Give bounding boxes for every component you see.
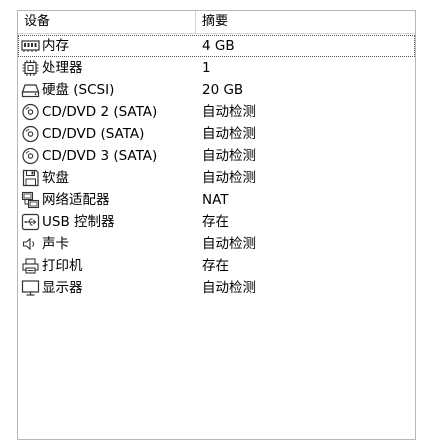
device-row-network-adapter[interactable]: 网络适配器 NAT	[18, 189, 415, 211]
device-row-cd-dvd[interactable]: CD/DVD (SATA) 自动检测	[18, 123, 415, 145]
device-row-display[interactable]: 显示器 自动检测	[18, 277, 415, 299]
device-row-cd-dvd-2[interactable]: CD/DVD 2 (SATA) 自动检测	[18, 101, 415, 123]
cd-dvd-icon	[21, 103, 40, 121]
device-name: 网络适配器	[42, 192, 110, 208]
usb-controller-icon	[21, 213, 40, 231]
device-summary: 自动检测	[202, 148, 256, 164]
device-name: CD/DVD (SATA)	[42, 126, 145, 142]
device-name: CD/DVD 2 (SATA)	[42, 104, 158, 120]
device-name: 处理器	[42, 60, 83, 76]
device-name: USB 控制器	[42, 214, 115, 230]
cd-dvd-icon	[21, 147, 40, 165]
sound-card-icon	[21, 235, 40, 253]
network-adapter-icon	[21, 191, 40, 209]
device-name: 硬盘 (SCSI)	[42, 82, 115, 98]
device-summary: 自动检测	[202, 280, 256, 296]
device-summary: 存在	[202, 258, 229, 274]
device-row-sound-card[interactable]: 声卡 自动检测	[18, 233, 415, 255]
device-name: 打印机	[42, 258, 83, 274]
table-header: 设备 摘要	[18, 11, 415, 34]
column-header-summary[interactable]: 摘要	[196, 11, 415, 33]
cd-dvd-icon	[21, 125, 40, 143]
device-summary: 自动检测	[202, 170, 256, 186]
device-row-usb-controller[interactable]: USB 控制器 存在	[18, 211, 415, 233]
device-name: 显示器	[42, 280, 83, 296]
device-rows: 内存 4 GB 处理器 1 硬盘 (SCSI) 20 GB CD/DVD 2 (…	[18, 35, 415, 299]
device-summary: 20 GB	[202, 82, 244, 98]
processor-icon	[21, 59, 40, 77]
printer-icon	[21, 257, 40, 275]
device-summary: 自动检测	[202, 104, 256, 120]
device-summary: 自动检测	[202, 236, 256, 252]
device-name: 声卡	[42, 236, 69, 252]
display-icon	[21, 279, 40, 297]
column-header-device[interactable]: 设备	[18, 11, 196, 33]
memory-icon	[21, 37, 40, 55]
device-summary: 1	[202, 60, 211, 76]
device-name: CD/DVD 3 (SATA)	[42, 148, 158, 164]
device-summary: 4 GB	[202, 38, 235, 54]
device-summary: 存在	[202, 214, 229, 230]
device-row-floppy[interactable]: 软盘 自动检测	[18, 167, 415, 189]
device-list-panel: 设备 摘要 内存 4 GB 处理器 1 硬盘 (SCSI) 20 GB CD/D…	[17, 10, 416, 440]
device-summary: 自动检测	[202, 126, 256, 142]
device-summary: NAT	[202, 192, 229, 208]
device-name: 软盘	[42, 170, 69, 186]
floppy-icon	[21, 169, 40, 187]
device-row-processor[interactable]: 处理器 1	[18, 57, 415, 79]
device-row-printer[interactable]: 打印机 存在	[18, 255, 415, 277]
device-row-cd-dvd-3[interactable]: CD/DVD 3 (SATA) 自动检测	[18, 145, 415, 167]
device-name: 内存	[42, 38, 69, 54]
hard-disk-icon	[21, 81, 40, 99]
device-row-memory[interactable]: 内存 4 GB	[18, 35, 415, 57]
device-row-hard-disk[interactable]: 硬盘 (SCSI) 20 GB	[18, 79, 415, 101]
